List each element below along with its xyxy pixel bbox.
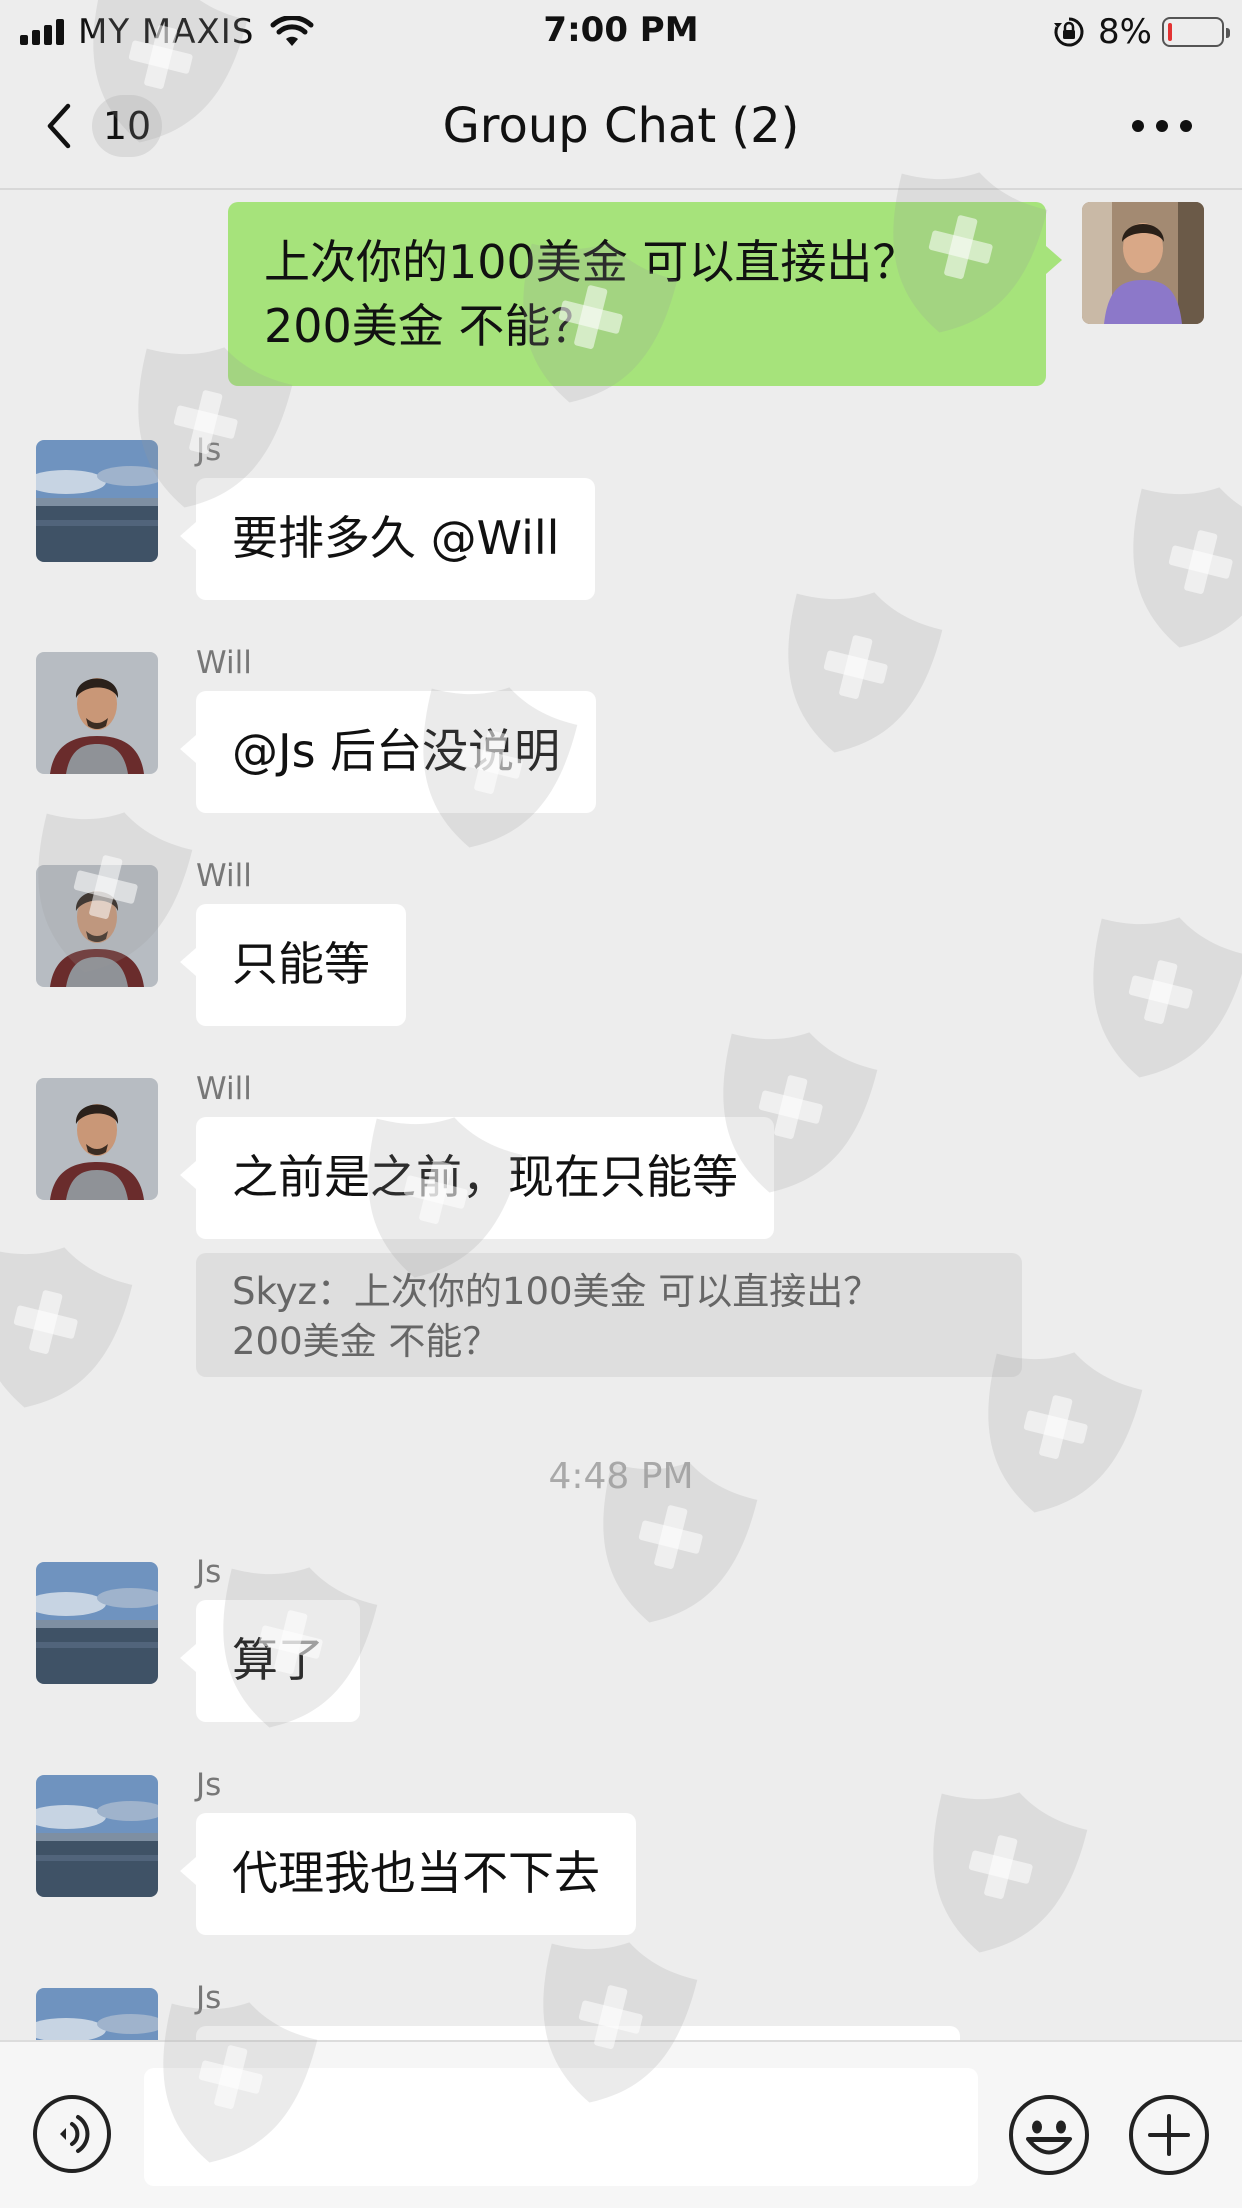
avatar-js[interactable] <box>36 1775 158 1897</box>
plus-icon[interactable] <box>1128 2094 1210 2176</box>
quote-line: Skyz：上次你的100美金 可以直接出？ <box>232 1270 881 1313</box>
battery-level <box>1168 23 1172 41</box>
sender-name: Will <box>196 858 252 894</box>
input-bar <box>0 2040 1242 2208</box>
my-avatar[interactable] <box>1082 202 1204 324</box>
message-bubble[interactable]: 代理我也当不下去 <box>180 1813 636 1935</box>
message-bubble[interactable]: 之前是之前，现在只能等 <box>180 1117 774 1239</box>
battery-percent: 8% <box>1098 12 1152 52</box>
message-bubble[interactable]: 算了 <box>180 1600 360 1722</box>
message-text-line: 上次你的100美金 可以直接出？ <box>264 235 919 289</box>
message-text: 算了 <box>232 1633 324 1687</box>
avatar-js[interactable] <box>36 1562 158 1684</box>
message-text: 之前是之前，现在只能等 <box>232 1150 738 1204</box>
status-bar: MY MAXIS 7:00 PM 8% <box>0 0 1242 62</box>
message-text: 代理我也当不下去 <box>232 1846 600 1900</box>
rotation-lock-icon <box>1054 17 1084 47</box>
sender-name: Will <box>196 645 252 681</box>
sender-name: Js <box>196 1554 222 1590</box>
voice-icon[interactable] <box>32 2094 112 2174</box>
sender-name: Js <box>196 1980 222 2016</box>
message-text: 只能等 <box>232 937 370 991</box>
sender-name: Will <box>196 1071 252 1107</box>
sender-name: Js <box>196 432 222 468</box>
message-text: @Js 后台没说明 <box>232 724 561 778</box>
avatar-will[interactable] <box>36 865 158 987</box>
message-bubble[interactable]: @Js 后台没说明 <box>179 691 597 813</box>
quote-line: 200美金 不能？ <box>232 1320 500 1363</box>
message-text-line: 200美金 不能？ <box>264 299 597 353</box>
more-icon[interactable] <box>1132 112 1192 140</box>
my-message-bubble[interactable]: 上次你的100美金 可以直接出？ 200美金 不能？ <box>228 202 1062 386</box>
message-input[interactable] <box>144 2068 978 2186</box>
nav-bar: 10 Group Chat (2) <box>0 62 1242 190</box>
message-bubble[interactable]: 要排多久 @Will <box>179 478 596 600</box>
sender-name: Js <box>196 1767 222 1803</box>
message-text: 要排多久 @Will <box>232 511 560 565</box>
time-divider: 4:48 PM <box>548 1456 694 1497</box>
quoted-message[interactable]: Skyz：上次你的100美金 可以直接出？ 200美金 不能？ <box>196 1253 1022 1377</box>
message-bubble[interactable]: 只能等 <box>180 904 406 1026</box>
avatar-js[interactable] <box>36 440 158 562</box>
status-right: 8% <box>1052 12 1230 52</box>
avatar-will[interactable] <box>36 1078 158 1200</box>
chat-title: Group Chat (2) <box>442 98 800 154</box>
emoji-icon[interactable] <box>1008 2094 1090 2176</box>
avatar-will[interactable] <box>36 652 158 774</box>
battery-icon <box>1162 17 1230 47</box>
